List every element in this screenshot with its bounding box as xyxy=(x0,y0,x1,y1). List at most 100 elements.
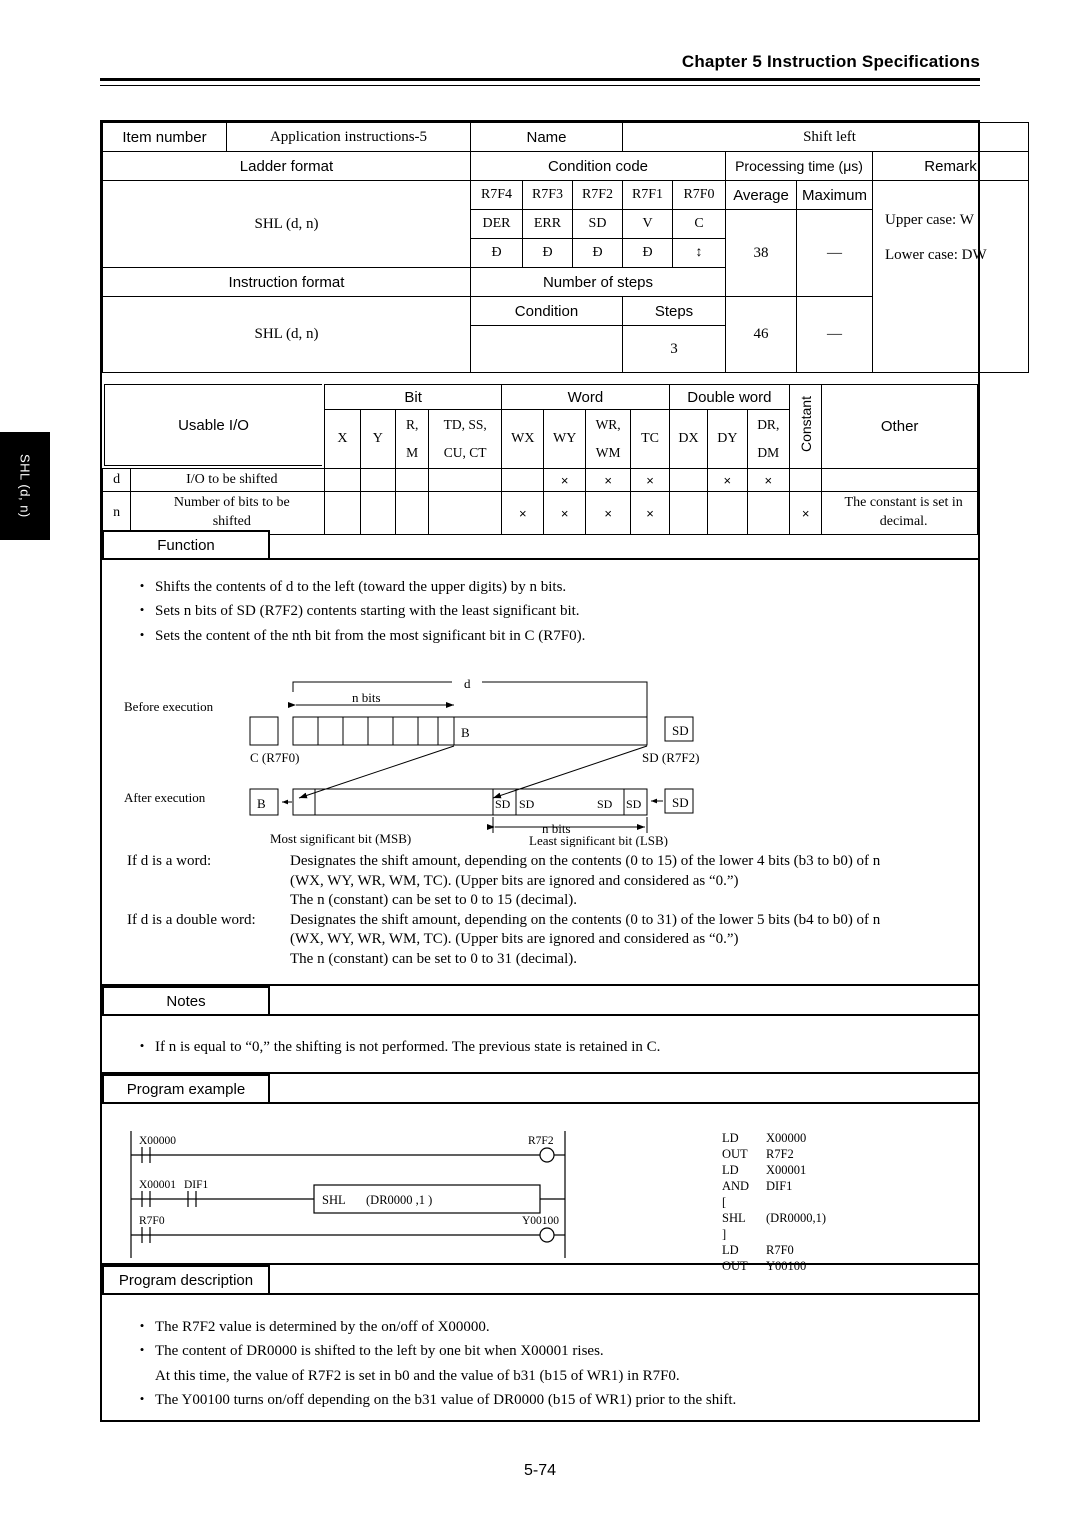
mark-n-r-m xyxy=(394,491,430,535)
mnemonic-op-5: SHL xyxy=(722,1211,746,1225)
section-tab-notes: Notes xyxy=(102,986,270,1016)
col-header-dr-dm: DR, DM xyxy=(746,409,790,469)
word-explanation-row: If d is a double word: Designates the sh… xyxy=(127,911,977,970)
msb-label: Most significant bit (MSB) xyxy=(270,831,411,846)
mark-d-r-m xyxy=(394,468,430,492)
lsb-label: Least significant bit (LSB) xyxy=(529,833,668,847)
ladder-diagram-svg: X00000 R7F2 X00001 DIF1 SHL (DR0000 ,1 )… xyxy=(130,1131,566,1258)
ladder-rung1-coil-label: R7F2 xyxy=(528,1135,554,1147)
mnemonic-operand-3: DIF1 xyxy=(766,1179,793,1193)
ladder-instruction-box-args: (DR0000 ,1 ) xyxy=(366,1193,432,1207)
list-item: LD X00001 xyxy=(722,1162,826,1178)
ladder-diagram: X00000 R7F2 X00001 DIF1 SHL (DR0000 ,1 )… xyxy=(122,1127,602,1262)
function-bullet-2: Sets the content of the nth bit from the… xyxy=(155,627,586,644)
maximum-label: Maximum xyxy=(796,180,873,210)
section-tab-program-description: Program description xyxy=(102,1265,270,1295)
cc-flag-3: V xyxy=(622,209,673,239)
word-explanation-key-0: If d is a word: xyxy=(127,853,212,869)
instruction-format-label: Instruction format xyxy=(102,267,471,297)
mark-d-tc: × xyxy=(630,468,670,492)
name-label: Name xyxy=(470,122,623,152)
list-item: OUT R7F2 xyxy=(722,1146,826,1162)
list-item: • If n is equal to “0,” the shifting is … xyxy=(129,1037,949,1057)
bullet-dot-icon: • xyxy=(139,1390,145,1406)
mark-n-dr-dm xyxy=(746,491,790,535)
table-row: d I/O to be shifted × × × × × xyxy=(101,468,978,492)
col-header-wr-wm-line2: WM xyxy=(595,445,621,460)
condition-value xyxy=(470,325,623,373)
row-other-n-line2: decimal. xyxy=(879,514,928,529)
group-header-constant: Constant xyxy=(788,384,823,469)
mnemonic-op-8: OUT xyxy=(722,1259,748,1273)
col-header-r-m-line1: R, xyxy=(405,417,419,433)
ladder-rung3-contact-label: R7F0 xyxy=(139,1215,165,1227)
word-explanation-0-line-0: Designates the shift amount, depending o… xyxy=(290,853,881,869)
mark-n-wr-wm: × xyxy=(584,491,632,535)
program-description-tab-label: Program description xyxy=(118,1271,254,1289)
number-of-steps-label: Number of steps xyxy=(470,267,726,297)
cc-effect-4: ↕ xyxy=(672,238,726,268)
mnemonic-op-4: [ xyxy=(722,1195,727,1209)
program-description-bullet-0: The R7F2 value is determined by the on/o… xyxy=(155,1319,490,1335)
list-item: • Shifts the contents of d to the left (… xyxy=(129,577,949,597)
item-number-label: Item number xyxy=(102,122,227,152)
maximum-value-1: — xyxy=(796,209,873,297)
cc-flag-2: SD xyxy=(572,209,623,239)
row-desc-n: Number of bits to be shifted xyxy=(130,491,326,535)
shift-operation-diagram: Before execution After execution d n bit… xyxy=(102,667,978,848)
col-header-tc: TC xyxy=(630,409,670,469)
cc-effect-2: Đ xyxy=(572,238,623,268)
cc-reg-0: R7F4 xyxy=(470,180,523,210)
mnemonic-op-6: ] xyxy=(722,1227,727,1241)
row-desc-d: I/O to be shifted xyxy=(130,468,326,492)
col-header-wr-wm: WR, WM xyxy=(584,409,632,469)
shift-diagram-svg: Before execution After execution d n bit… xyxy=(124,676,699,848)
word-explanation-0-line-2: The n (constant) can be set to 0 to 15 (… xyxy=(290,892,577,908)
word-explanation-row: If d is a word: Designates the shift amo… xyxy=(127,852,977,911)
steps-value: 3 xyxy=(622,325,726,373)
mnemonic-op-0: LD xyxy=(722,1131,739,1145)
row-desc-n-line1: Number of bits to be xyxy=(173,495,290,511)
function-bullet-1: Sets n bits of SD (R7F2) contents starti… xyxy=(155,603,580,620)
remark-line-1: Upper case: W xyxy=(885,212,974,228)
group-header-other: Other xyxy=(821,384,978,469)
mnemonic-op-1: OUT xyxy=(722,1147,748,1161)
mark-d-td xyxy=(428,468,503,492)
cc-effect-1: Đ xyxy=(522,238,573,268)
section-tab-function: Function xyxy=(102,530,270,560)
bullet-dot-icon: • xyxy=(139,1318,145,1333)
bullet-dot-icon: • xyxy=(139,602,145,618)
notes-tab-label: Notes xyxy=(166,992,206,1010)
program-description-tab-rule xyxy=(270,1293,978,1295)
bullet-dot-icon: • xyxy=(139,1038,145,1053)
average-label: Average xyxy=(725,180,797,210)
group-header-double-word: Double word xyxy=(668,384,790,410)
sd-cell-4: SD xyxy=(626,797,642,811)
chapter-header: Chapter 5 Instruction Specifications xyxy=(681,52,980,71)
program-description-bullet-1: The content of DR0000 is shifted to the … xyxy=(155,1343,604,1360)
ladder-rung1-contact-label: X00000 xyxy=(139,1135,176,1147)
list-item: • Sets n bits of SD (R7F2) contents star… xyxy=(129,601,949,621)
remark-value: Upper case: W Lower case: DW xyxy=(871,180,1030,373)
steps-label: Steps xyxy=(622,296,726,326)
group-header-word: Word xyxy=(501,384,670,410)
list-item: • The Y00100 turns on/off depending on t… xyxy=(129,1390,959,1410)
instruction-spec-frame: Item number Application instructions-5 N… xyxy=(100,120,1030,1422)
bullet-dot-icon: • xyxy=(139,578,145,593)
program-example-tab-rule xyxy=(270,1102,978,1104)
word-explanation-value-0: Designates the shift amount, depending o… xyxy=(290,852,977,911)
average-value-2: 46 xyxy=(725,296,797,373)
col-header-r-m: R, M xyxy=(394,409,430,469)
mark-n-wy: × xyxy=(543,491,586,535)
cc-reg-3: R7F1 xyxy=(622,180,673,210)
row-other-n-line1: The constant is set in xyxy=(844,495,963,511)
ladder-rung2-contact1-label: X00001 xyxy=(139,1179,176,1191)
page-number: 5-74 xyxy=(523,1462,557,1479)
d-label: d xyxy=(464,676,471,691)
table-row: n Number of bits to be shifted × × × × ×… xyxy=(101,491,978,535)
bullet-dot-icon: • xyxy=(139,1342,145,1358)
mnemonic-operand-8: Y00100 xyxy=(766,1259,807,1273)
bullet-dot-icon: • xyxy=(139,626,145,642)
row-other-n: The constant is set in decimal. xyxy=(821,491,978,535)
list-item: • The content of DR0000 is shifted to th… xyxy=(129,1341,959,1361)
